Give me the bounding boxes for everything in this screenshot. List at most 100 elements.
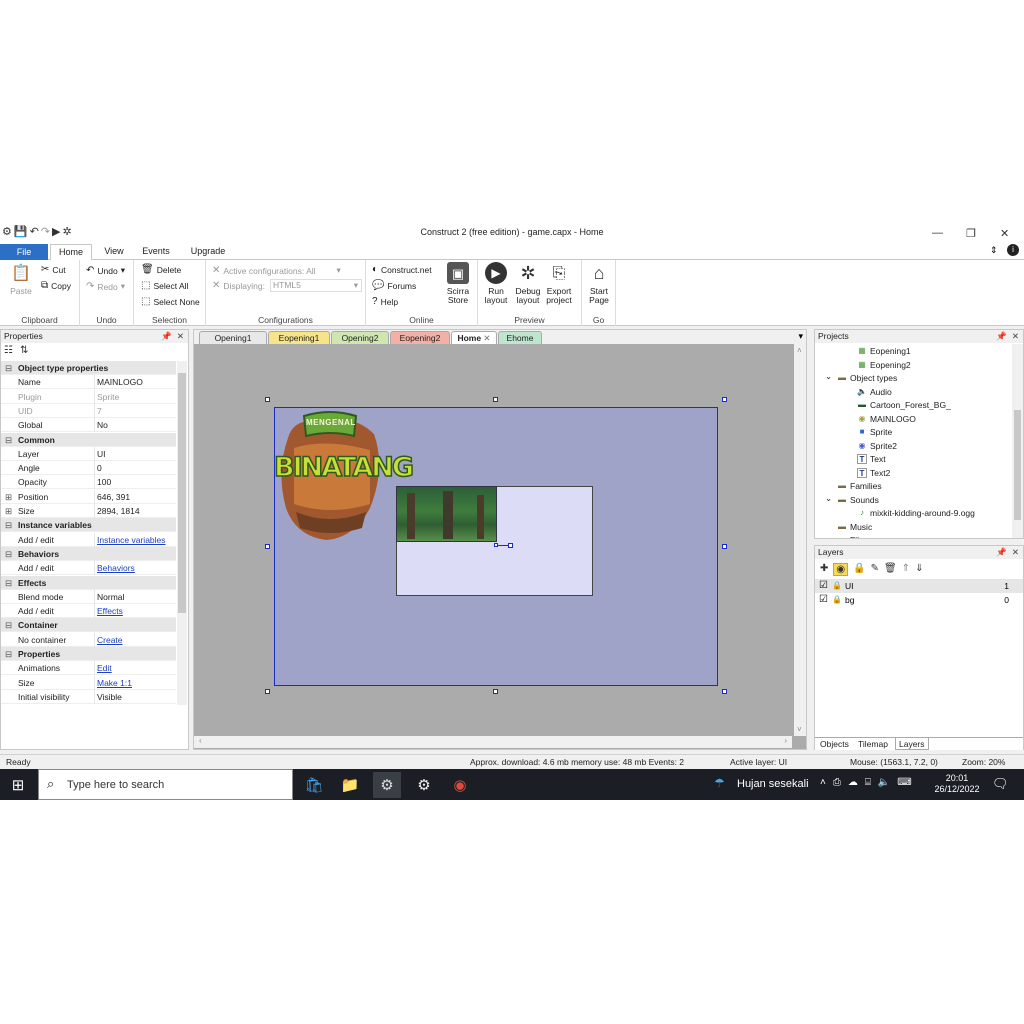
tree-item[interactable]: ◉ MAINLOGO: [857, 413, 916, 425]
tab-opening1[interactable]: Opening1: [199, 331, 267, 344]
close-panel-icon[interactable]: ✕: [1012, 546, 1019, 559]
paste-button[interactable]: 📋 Paste: [3, 262, 39, 296]
delete-layer-icon[interactable]: 🗑: [884, 563, 897, 576]
tab-events[interactable]: Events: [138, 244, 174, 260]
expand-arrow-icon[interactable]: ⌄: [825, 492, 832, 504]
tab-home[interactable]: Home ✕: [451, 331, 497, 344]
info-icon[interactable]: i: [1007, 244, 1019, 256]
property-row[interactable]: ⊞ Position 646, 391: [1, 489, 176, 504]
tree-item[interactable]: 🔈 Audio: [857, 386, 892, 398]
vertical-scrollbar[interactable]: ˄ ˅: [794, 344, 806, 736]
construct2-taskbar-icon[interactable]: ⚙: [373, 772, 401, 798]
selection-handle[interactable]: [722, 544, 727, 549]
pin-icon[interactable]: 📌: [161, 330, 172, 343]
tree-item[interactable]: T Text: [857, 453, 886, 465]
close-panel-icon[interactable]: ✕: [177, 330, 184, 343]
restore-button[interactable]: ❐: [966, 227, 976, 240]
edit-icon[interactable]: ✎: [871, 563, 879, 576]
tree-item[interactable]: ▬ Cartoon_Forest_BG_: [857, 399, 951, 411]
property-row[interactable]: Name MAINLOGO: [1, 375, 176, 390]
horizontal-scrollbar[interactable]: ‹ ›: [194, 736, 792, 748]
expand-icon[interactable]: ⊞: [5, 490, 12, 504]
property-value[interactable]: Sprite: [97, 390, 119, 404]
property-row[interactable]: Add / edit Effects: [1, 604, 176, 619]
selection-handle[interactable]: [722, 689, 727, 694]
scrollbar-thumb[interactable]: [178, 373, 186, 613]
categorized-sort-icon[interactable]: ☷: [4, 345, 13, 356]
property-row[interactable]: No container Create: [1, 632, 176, 647]
property-link[interactable]: Make 1:1: [97, 676, 132, 690]
layer-lock-icon[interactable]: 🔒: [832, 579, 842, 593]
property-row[interactable]: Layer UI: [1, 446, 176, 461]
property-value[interactable]: 100: [97, 475, 111, 489]
construct-net-button[interactable]: ◐ Construct.net: [372, 265, 432, 276]
close-panel-icon[interactable]: ✕: [1012, 330, 1019, 343]
tree-item[interactable]: ▦ Eopening1: [857, 345, 910, 357]
property-row[interactable]: Blend mode Normal: [1, 589, 176, 604]
tab-eopening1[interactable]: Eopening1: [268, 331, 330, 344]
property-row[interactable]: Size Make 1:1: [1, 675, 176, 690]
resize-handle[interactable]: [508, 543, 513, 548]
tree-item[interactable]: ▦ Eopening2: [857, 359, 910, 371]
settings-icon[interactable]: ⚙: [410, 772, 438, 798]
property-row[interactable]: Global No: [1, 418, 176, 433]
property-category[interactable]: ⊟ Properties: [1, 647, 176, 661]
tab-eopening2[interactable]: Eopening2: [390, 331, 450, 344]
mainlogo-sprite[interactable]: MENGENAL BINATANG: [273, 408, 415, 544]
property-value[interactable]: 2894, 1814: [97, 504, 140, 518]
device-icon[interactable]: ⎙: [833, 777, 841, 788]
cartoon-forest-bg-sprite[interactable]: [396, 486, 497, 542]
network-icon[interactable]: ⌸: [865, 777, 871, 788]
property-value[interactable]: UI: [97, 447, 106, 461]
collapse-icon[interactable]: ⊟: [5, 433, 12, 447]
property-value[interactable]: 7: [97, 404, 102, 418]
selection-handle[interactable]: [265, 689, 270, 694]
alpha-sort-icon[interactable]: ⇅: [20, 345, 28, 356]
tab-opening2[interactable]: Opening2: [331, 331, 389, 344]
tree-item[interactable]: ⌄ ▬Files: [825, 533, 868, 538]
selection-handle[interactable]: [265, 544, 270, 549]
property-value[interactable]: No: [97, 418, 108, 432]
tree-item[interactable]: ▬ Music: [837, 521, 872, 533]
selection-handle[interactable]: [493, 397, 498, 402]
select-none-button[interactable]: ⬚ Select None: [141, 297, 200, 308]
property-category[interactable]: ⊟ Common: [1, 432, 176, 447]
minimize-button[interactable]: —: [932, 227, 943, 239]
property-link[interactable]: Instance variables: [97, 533, 166, 547]
displaying-select[interactable]: HTML5 ▾: [270, 279, 362, 292]
property-link[interactable]: Behaviors: [97, 561, 135, 575]
delete-button[interactable]: 🗑 Delete: [141, 265, 181, 276]
tree-item[interactable]: ▬ Families: [837, 480, 882, 492]
tab-upgrade[interactable]: Upgrade: [186, 244, 230, 260]
tree-item[interactable]: ■ Sprite: [857, 426, 893, 438]
store-app-icon[interactable]: 🛍: [300, 772, 328, 798]
selection-handle[interactable]: [493, 689, 498, 694]
layer-lock-icon[interactable]: 🔒: [832, 593, 842, 607]
property-category[interactable]: ⊟ Effects: [1, 575, 176, 590]
chevron-up-icon[interactable]: ˄: [820, 777, 826, 788]
tabs-dropdown-icon[interactable]: ▾: [798, 331, 803, 342]
close-button[interactable]: ✕: [1000, 227, 1009, 240]
layer-visible-checkbox[interactable]: ☑: [819, 579, 828, 593]
layer-visible-checkbox[interactable]: ☑: [819, 593, 828, 607]
selection-handle[interactable]: [722, 397, 727, 402]
property-row[interactable]: Initial visibility Visible: [1, 689, 176, 704]
taskbar-search-box[interactable]: ⌕ Type here to search: [38, 769, 293, 800]
projects-scrollbar[interactable]: [1012, 344, 1023, 538]
scroll-right-icon[interactable]: ›: [784, 736, 787, 745]
property-row[interactable]: Opacity 100: [1, 475, 176, 490]
property-row[interactable]: Plugin Sprite: [1, 389, 176, 404]
forums-button[interactable]: 💬 Forums: [372, 281, 416, 292]
tab-home[interactable]: Home: [50, 244, 92, 260]
tab-view[interactable]: View: [96, 244, 132, 260]
redo-button[interactable]: ↷ Redo ▾: [86, 281, 125, 292]
tree-item[interactable]: T Text2: [857, 467, 890, 479]
property-row[interactable]: UID 7: [1, 403, 176, 418]
run-layout-button[interactable]: ▶ Run layout: [478, 262, 514, 305]
tree-item[interactable]: ⌄ ▬ Object types: [825, 371, 897, 384]
lock-icon[interactable]: 🔒: [853, 563, 865, 576]
property-link[interactable]: Create: [97, 633, 123, 647]
property-value[interactable]: MAINLOGO: [97, 375, 143, 389]
property-category[interactable]: ⊟ Behaviors: [1, 546, 176, 561]
property-link[interactable]: Effects: [97, 604, 123, 618]
